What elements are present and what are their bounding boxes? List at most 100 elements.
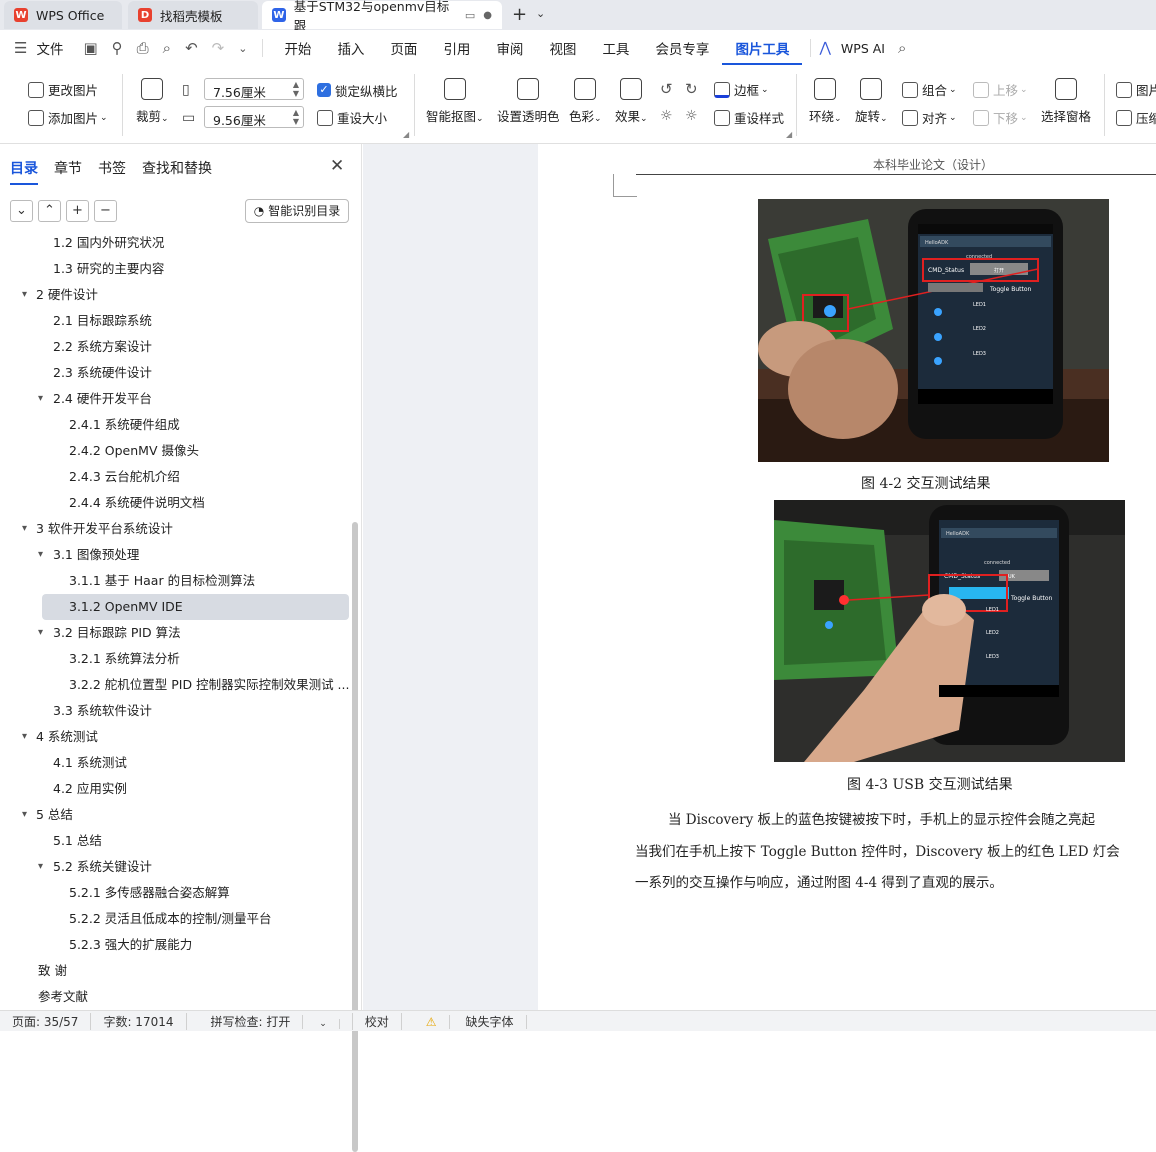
wrap-button[interactable]: 环绕⌄	[809, 78, 842, 125]
toc-item[interactable]: 5.2.3 强大的扩展能力	[0, 932, 350, 958]
toc-item[interactable]: ▾ 2 硬件设计	[0, 282, 350, 308]
export-icon[interactable]: ⚲	[105, 39, 130, 57]
toc-item[interactable]: ▾ 4 系统测试	[0, 724, 350, 750]
rotate-left-icon[interactable]: ↺	[660, 80, 673, 98]
menu-wps-ai[interactable]: WPS AI	[835, 41, 891, 56]
toc-item[interactable]: 3.1.1 基于 Haar 的目标检测算法	[0, 568, 350, 594]
rotate-right-icon[interactable]: ↻	[685, 80, 698, 98]
reset-style-button[interactable]: 重设样式	[714, 108, 784, 127]
menu-page[interactable]: 页面	[377, 38, 430, 58]
toc-item[interactable]: ▾ 2.4 硬件开发平台	[0, 386, 350, 412]
tab-list-chevron-icon[interactable]: ⌄	[536, 7, 545, 20]
menu-tools[interactable]: 工具	[589, 38, 642, 58]
save-icon[interactable]: ▣	[76, 39, 104, 57]
toc-expand-chevron-icon[interactable]: ▾	[38, 386, 43, 412]
brightness-icon[interactable]: ☼	[660, 108, 673, 124]
tab-chapters[interactable]: 章节	[54, 158, 82, 185]
toc-item[interactable]: 3.2.2 舵机位置型 PID 控制器实际控制效果测试 ...	[0, 672, 350, 698]
toc-item[interactable]: 4.2 应用实例	[0, 776, 350, 802]
menu-view[interactable]: 视图	[536, 38, 589, 58]
bring-forward-button[interactable]: 上移 ⌄	[973, 80, 1028, 99]
selection-pane-button[interactable]: 选择窗格	[1041, 78, 1091, 125]
redo-icon[interactable]: ↷	[205, 39, 232, 57]
toc-item[interactable]: 5.2.2 灵活且低成本的控制/测量平台	[0, 906, 350, 932]
toc-item[interactable]: 1.2 国内外研究状况	[0, 230, 350, 256]
tab-docer-templates[interactable]: D 找稻壳模板	[128, 1, 258, 29]
toc-item[interactable]: 3.3 系统软件设计	[0, 698, 350, 724]
menu-picture-tools[interactable]: 图片工具	[722, 38, 803, 65]
tab-document[interactable]: W 基于STM32与openmv目标跟 ▭ ●	[262, 0, 502, 33]
quick-access-chevron-icon[interactable]: ⌄	[231, 42, 254, 55]
toc-item[interactable]: 2.4.2 OpenMV 摄像头	[0, 438, 350, 464]
height-input[interactable]: 7.56厘米 ▲ ▼	[204, 78, 304, 100]
toc-expand-chevron-icon[interactable]: ▾	[38, 620, 43, 646]
toc-item[interactable]: 2.4.1 系统硬件组成	[0, 412, 350, 438]
print-icon[interactable]: ⎙	[130, 39, 156, 57]
search-icon[interactable]: ⌕	[891, 39, 913, 57]
add-heading-icon[interactable]: +	[66, 200, 89, 222]
toc-item[interactable]: 3.2.1 系统算法分析	[0, 646, 350, 672]
collapse-down-icon[interactable]: ⌄	[10, 200, 33, 222]
style-dialog-launcher-icon[interactable]: ◢	[786, 130, 792, 139]
toc-item[interactable]: ▾ 3.1 图像预处理	[0, 542, 350, 568]
figure-4-3-image[interactable]: HelloADK connected CMD_Status UK Toggle …	[774, 500, 1125, 762]
menu-home[interactable]: 开始	[271, 38, 324, 58]
menu-insert[interactable]: 插入	[324, 38, 377, 58]
spell-check-toggle[interactable]: 拼写检查: 打开 ⌄	[187, 1012, 353, 1030]
toc-scrollbar[interactable]	[352, 522, 358, 1152]
toc-expand-chevron-icon[interactable]: ▾	[22, 282, 27, 308]
toc-item[interactable]: 5.1 总结	[0, 828, 350, 854]
menu-references[interactable]: 引用	[430, 38, 483, 58]
toc-item[interactable]: ▾ 5 总结	[0, 802, 350, 828]
collapse-up-icon[interactable]: ⌃	[38, 200, 61, 222]
set-transparent-button[interactable]: 设置透明色	[497, 78, 560, 125]
toc-item[interactable]: ▾ 3.2 目标跟踪 PID 算法	[0, 620, 350, 646]
toc-expand-chevron-icon[interactable]: ▾	[22, 724, 27, 750]
toc-item[interactable]: ▾ 5.2 系统关键设计	[0, 854, 350, 880]
page-count[interactable]: 页面: 35/57	[0, 1012, 92, 1030]
change-picture-button[interactable]: 更改图片	[28, 80, 98, 99]
smart-toc-button[interactable]: ◔ 智能识别目录	[245, 199, 349, 223]
toc-item[interactable]: ▾ 3 软件开发平台系统设计	[0, 516, 350, 542]
toc-expand-chevron-icon[interactable]: ▾	[22, 802, 27, 828]
group-button[interactable]: 组合 ⌄	[902, 80, 957, 99]
width-stepper-icon[interactable]: ▲ ▼	[293, 108, 299, 126]
toc-expand-chevron-icon[interactable]: ▾	[22, 516, 27, 542]
crop-button[interactable]: 裁剪⌄	[136, 78, 169, 125]
tab-toc[interactable]: 目录	[10, 158, 38, 185]
toc-item[interactable]: 3.1.2 OpenMV IDE	[42, 594, 349, 620]
toc-item[interactable]: 致 谢	[0, 958, 350, 984]
tab-bookmarks[interactable]: 书签	[98, 158, 126, 185]
toc-item[interactable]: 1.3 研究的主要内容	[0, 256, 350, 282]
compress-button[interactable]: 压缩	[1116, 108, 1156, 127]
align-button[interactable]: 对齐 ⌄	[902, 108, 957, 127]
tab-wps-office[interactable]: W WPS Office	[4, 1, 122, 29]
rotate-button[interactable]: 旋转⌄	[855, 78, 888, 125]
toc-expand-chevron-icon[interactable]: ▾	[38, 542, 43, 568]
height-stepper-icon[interactable]: ▲ ▼	[293, 80, 299, 98]
send-backward-button[interactable]: 下移 ⌄	[973, 108, 1028, 127]
toc-item[interactable]: 2.3 系统硬件设计	[0, 360, 350, 386]
menu-review[interactable]: 审阅	[483, 38, 536, 58]
new-tab-plus-icon[interactable]: +	[512, 4, 527, 25]
tab-find-replace[interactable]: 查找和替换	[142, 158, 212, 185]
remove-heading-icon[interactable]: −	[94, 200, 117, 222]
unsaved-dot-icon[interactable]: ●	[483, 10, 492, 21]
menu-file[interactable]: 文件	[34, 38, 76, 58]
toc-item[interactable]: 2.4.4 系统硬件说明文档	[0, 490, 350, 516]
missing-font-button[interactable]: ⚠ 缺失字体	[402, 1013, 539, 1030]
undo-icon[interactable]: ↶	[178, 39, 205, 57]
contrast-icon[interactable]: ☼	[685, 108, 698, 124]
toc-item[interactable]: 2.2 系统方案设计	[0, 334, 350, 360]
hamburger-menu-icon[interactable]: ☰	[0, 39, 34, 57]
toc-item[interactable]: 4.1 系统测试	[0, 750, 350, 776]
color-button[interactable]: 色彩⌄	[569, 78, 602, 125]
close-pane-icon[interactable]: ✕	[330, 156, 344, 176]
picture-button[interactable]: 图片	[1116, 80, 1156, 99]
toc-item[interactable]: 5.2.1 多传感器融合姿态解算	[0, 880, 350, 906]
lock-aspect-checkbox[interactable]: ✓	[317, 83, 331, 97]
border-button[interactable]: 边框 ⌄	[714, 80, 769, 99]
toc-item[interactable]: 2.4.3 云台舵机介绍	[0, 464, 350, 490]
toc-item[interactable]: 2.1 目标跟踪系统	[0, 308, 350, 334]
print-preview-icon[interactable]: ⌕	[156, 39, 178, 57]
